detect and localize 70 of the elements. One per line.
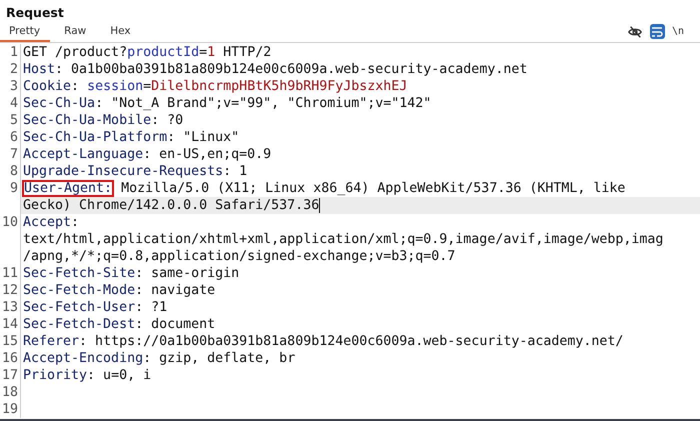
header-name: Accept-Language	[23, 147, 144, 162]
code-text: : ?0	[151, 113, 184, 128]
newline-toggle[interactable]: \n	[672, 24, 684, 39]
code-text: : gzip, deflate, br	[143, 351, 296, 366]
code-text: : 1	[223, 164, 248, 179]
header-name: Upgrade-Insecure-Requests	[23, 164, 224, 179]
header-name: Sec-Fetch-User	[23, 300, 136, 315]
line-number: 7	[10, 146, 19, 163]
line-number: 10	[2, 214, 19, 231]
line-number: 8	[10, 163, 19, 180]
view-tab[interactable]: Raw	[55, 23, 96, 42]
line-number: 17	[2, 367, 19, 384]
view-tab[interactable]: Pretty	[0, 23, 50, 42]
code-text: =	[199, 45, 208, 60]
header-name: Sec-Fetch-Site	[23, 266, 136, 281]
line-number: 4	[10, 95, 19, 112]
header-name: Host	[23, 62, 56, 77]
line-number: 18	[2, 384, 19, 401]
code-text: : https://0a1b00ba0391b81a809b124e00c6009a.web-security-academy.net/	[79, 334, 624, 349]
header-name: Sec-Fetch-Mode	[23, 283, 136, 298]
code-text: : document	[135, 317, 216, 332]
text-cursor	[319, 198, 320, 213]
param-value: DilelbncrmpHBtK5h9bRH9FyJbszxhEJ	[151, 79, 408, 94]
code-text: :	[71, 79, 80, 94]
code-text: =	[143, 79, 152, 94]
line-number: 13	[2, 299, 19, 316]
param-name: productId	[127, 45, 200, 60]
header-name: Sec-Ch-Ua-Platform	[23, 130, 168, 145]
code-text: HTTP/2	[222, 45, 272, 60]
code-text: GET /product?	[23, 45, 128, 60]
line-number: 6	[10, 129, 19, 146]
header-name: Accept-Encoding	[23, 351, 144, 366]
line-number: 9	[10, 180, 19, 197]
line-number: 19	[2, 401, 19, 418]
line-number: 16	[2, 350, 19, 367]
header-name: Accept	[23, 215, 72, 230]
line-number: 12	[2, 282, 19, 299]
view-tab[interactable]: Hex	[101, 23, 141, 42]
line-number: 5	[10, 112, 19, 129]
line-number: 15	[2, 333, 19, 350]
code-text: : "Not_A Brand";v="99", "Chromium";v="142"	[95, 96, 432, 111]
panel-title: Request	[5, 4, 65, 22]
header-name: Priority	[23, 368, 88, 383]
header-name: Sec-Fetch-Dest	[23, 317, 136, 332]
wrap-icon[interactable]	[650, 24, 665, 39]
line-number: 3	[10, 78, 19, 95]
header-name: Cookie	[23, 79, 72, 94]
code-text: : navigate	[135, 283, 216, 298]
code-text: : "Linux"	[167, 130, 240, 145]
code-text: : same-origin	[135, 266, 240, 281]
param-name: session	[87, 79, 144, 94]
header-name: Sec-Ch-Ua-Mobile	[23, 113, 152, 128]
code-text: : 0a1b00ba0391b81a809b124e00c6009a.web-security-academy.net	[55, 62, 528, 77]
hide-icon[interactable]	[628, 24, 643, 39]
line-number: 1	[10, 44, 19, 61]
highlighted-header-name: User-Agent:	[23, 181, 114, 196]
line-number: 14	[2, 316, 19, 333]
code-text: : u=0, i	[87, 368, 152, 383]
header-name: Referer	[23, 334, 80, 349]
code-text: Mozilla/5.0 (X11; Linux x86_64) AppleWebKit/537.36 (KHTML, like	[120, 181, 626, 196]
line-number: 11	[2, 265, 19, 282]
code-text: text/html,application/xhtml+xml,application/xml;q=0.9,image/avif,image/webp,imag	[23, 232, 664, 247]
param-value: 1	[207, 45, 216, 60]
code-text: :	[71, 215, 80, 230]
code-text: : en-US,en;q=0.9	[143, 147, 272, 162]
code-text: Gecko) Chrome/142.0.0.0 Safari/537.36	[23, 198, 320, 213]
header-name: Sec-Ch-Ua	[23, 96, 96, 111]
code-text: /apng,*/*;q=0.8,application/signed-exchange;v=b3;q=0.7	[23, 249, 456, 264]
line-number: 2	[10, 61, 19, 78]
code-text: : ?1	[135, 300, 168, 315]
